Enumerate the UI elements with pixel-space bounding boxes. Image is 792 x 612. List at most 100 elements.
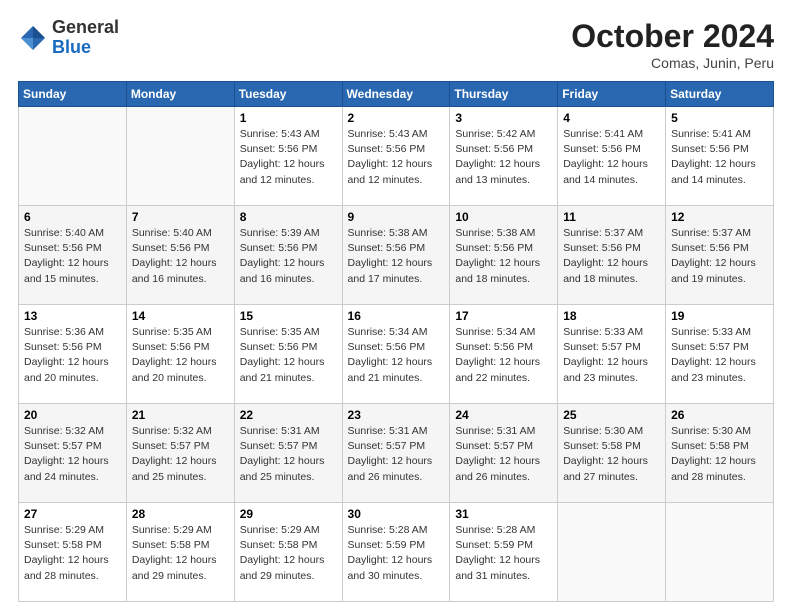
day-number: 15 <box>240 309 337 323</box>
day-info: Sunrise: 5:29 AM Sunset: 5:58 PM Dayligh… <box>132 523 229 584</box>
logo-general: General <box>52 18 119 38</box>
day-number: 28 <box>132 507 229 521</box>
logo-blue: Blue <box>52 38 119 58</box>
day-info: Sunrise: 5:31 AM Sunset: 5:57 PM Dayligh… <box>348 424 445 485</box>
day-number: 21 <box>132 408 229 422</box>
day-number: 22 <box>240 408 337 422</box>
day-number: 6 <box>24 210 121 224</box>
day-number: 11 <box>563 210 660 224</box>
col-header-sunday: Sunday <box>19 82 127 107</box>
day-info: Sunrise: 5:39 AM Sunset: 5:56 PM Dayligh… <box>240 226 337 287</box>
calendar-cell: 26 Sunrise: 5:30 AM Sunset: 5:58 PM Dayli… <box>666 404 774 503</box>
day-info: Sunrise: 5:29 AM Sunset: 5:58 PM Dayligh… <box>240 523 337 584</box>
calendar-cell: 9 Sunrise: 5:38 AM Sunset: 5:56 PM Daylig… <box>342 206 450 305</box>
day-number: 24 <box>455 408 552 422</box>
col-header-thursday: Thursday <box>450 82 558 107</box>
day-info: Sunrise: 5:42 AM Sunset: 5:56 PM Dayligh… <box>455 127 552 188</box>
day-number: 29 <box>240 507 337 521</box>
day-info: Sunrise: 5:37 AM Sunset: 5:56 PM Dayligh… <box>671 226 768 287</box>
calendar-cell: 15 Sunrise: 5:35 AM Sunset: 5:56 PM Dayli… <box>234 305 342 404</box>
location: Comas, Junin, Peru <box>571 55 774 71</box>
day-number: 1 <box>240 111 337 125</box>
title-block: October 2024 Comas, Junin, Peru <box>571 18 774 71</box>
day-number: 13 <box>24 309 121 323</box>
calendar-week-3: 13Sunrise: 5:36 AM Sunset: 5:56 PM Dayli… <box>19 305 774 404</box>
day-number: 3 <box>455 111 552 125</box>
calendar-cell: 27 Sunrise: 5:29 AM Sunset: 5:58 PM Dayli… <box>19 503 127 602</box>
calendar-cell: 13Sunrise: 5:36 AM Sunset: 5:56 PM Dayli… <box>19 305 127 404</box>
day-number: 2 <box>348 111 445 125</box>
calendar-cell: 2 Sunrise: 5:43 AM Sunset: 5:56 PM Daylig… <box>342 107 450 206</box>
calendar-cell: 8 Sunrise: 5:39 AM Sunset: 5:56 PM Daylig… <box>234 206 342 305</box>
calendar-cell: 6 Sunrise: 5:40 AM Sunset: 5:56 PM Daylig… <box>19 206 127 305</box>
day-number: 16 <box>348 309 445 323</box>
day-info: Sunrise: 5:34 AM Sunset: 5:56 PM Dayligh… <box>348 325 445 386</box>
day-number: 31 <box>455 507 552 521</box>
day-info: Sunrise: 5:32 AM Sunset: 5:57 PM Dayligh… <box>24 424 121 485</box>
calendar-cell: 20 Sunrise: 5:32 AM Sunset: 5:57 PM Dayli… <box>19 404 127 503</box>
day-info: Sunrise: 5:31 AM Sunset: 5:57 PM Dayligh… <box>240 424 337 485</box>
calendar-cell: 18 Sunrise: 5:33 AM Sunset: 5:57 PM Dayli… <box>558 305 666 404</box>
col-header-wednesday: Wednesday <box>342 82 450 107</box>
calendar-cell <box>126 107 234 206</box>
day-number: 25 <box>563 408 660 422</box>
calendar-cell: 3 Sunrise: 5:42 AM Sunset: 5:56 PM Daylig… <box>450 107 558 206</box>
day-info: Sunrise: 5:33 AM Sunset: 5:57 PM Dayligh… <box>563 325 660 386</box>
day-info: Sunrise: 5:38 AM Sunset: 5:56 PM Dayligh… <box>348 226 445 287</box>
day-number: 27 <box>24 507 121 521</box>
calendar-cell <box>666 503 774 602</box>
day-number: 18 <box>563 309 660 323</box>
col-header-friday: Friday <box>558 82 666 107</box>
logo-icon <box>18 23 48 53</box>
day-number: 8 <box>240 210 337 224</box>
logo-text: General Blue <box>52 18 119 58</box>
day-number: 9 <box>348 210 445 224</box>
calendar-cell: 24 Sunrise: 5:31 AM Sunset: 5:57 PM Dayli… <box>450 404 558 503</box>
day-info: Sunrise: 5:41 AM Sunset: 5:56 PM Dayligh… <box>671 127 768 188</box>
logo: General Blue <box>18 18 119 58</box>
day-number: 19 <box>671 309 768 323</box>
day-number: 20 <box>24 408 121 422</box>
main-container: General Blue October 2024 Comas, Junin, … <box>0 0 792 612</box>
day-info: Sunrise: 5:43 AM Sunset: 5:56 PM Dayligh… <box>240 127 337 188</box>
day-info: Sunrise: 5:32 AM Sunset: 5:57 PM Dayligh… <box>132 424 229 485</box>
day-number: 10 <box>455 210 552 224</box>
day-number: 30 <box>348 507 445 521</box>
calendar-table: SundayMondayTuesdayWednesdayThursdayFrid… <box>18 81 774 602</box>
calendar-week-2: 6 Sunrise: 5:40 AM Sunset: 5:56 PM Daylig… <box>19 206 774 305</box>
calendar-week-1: 1 Sunrise: 5:43 AM Sunset: 5:56 PM Daylig… <box>19 107 774 206</box>
day-info: Sunrise: 5:43 AM Sunset: 5:56 PM Dayligh… <box>348 127 445 188</box>
day-info: Sunrise: 5:29 AM Sunset: 5:58 PM Dayligh… <box>24 523 121 584</box>
day-info: Sunrise: 5:28 AM Sunset: 5:59 PM Dayligh… <box>455 523 552 584</box>
calendar-cell: 30Sunrise: 5:28 AM Sunset: 5:59 PM Dayli… <box>342 503 450 602</box>
calendar-header-row: SundayMondayTuesdayWednesdayThursdayFrid… <box>19 82 774 107</box>
col-header-monday: Monday <box>126 82 234 107</box>
day-number: 7 <box>132 210 229 224</box>
calendar-cell: 10 Sunrise: 5:38 AM Sunset: 5:56 PM Dayli… <box>450 206 558 305</box>
calendar-cell: 17Sunrise: 5:34 AM Sunset: 5:56 PM Dayli… <box>450 305 558 404</box>
calendar-cell: 22 Sunrise: 5:31 AM Sunset: 5:57 PM Dayli… <box>234 404 342 503</box>
day-number: 4 <box>563 111 660 125</box>
calendar-cell: 11Sunrise: 5:37 AM Sunset: 5:56 PM Dayli… <box>558 206 666 305</box>
col-header-saturday: Saturday <box>666 82 774 107</box>
calendar-week-5: 27 Sunrise: 5:29 AM Sunset: 5:58 PM Dayli… <box>19 503 774 602</box>
calendar-cell <box>19 107 127 206</box>
calendar-cell: 5 Sunrise: 5:41 AM Sunset: 5:56 PM Daylig… <box>666 107 774 206</box>
day-info: Sunrise: 5:40 AM Sunset: 5:56 PM Dayligh… <box>24 226 121 287</box>
calendar-week-4: 20 Sunrise: 5:32 AM Sunset: 5:57 PM Dayli… <box>19 404 774 503</box>
day-info: Sunrise: 5:38 AM Sunset: 5:56 PM Dayligh… <box>455 226 552 287</box>
calendar-cell: 16 Sunrise: 5:34 AM Sunset: 5:56 PM Dayli… <box>342 305 450 404</box>
calendar-cell: 19Sunrise: 5:33 AM Sunset: 5:57 PM Dayli… <box>666 305 774 404</box>
col-header-tuesday: Tuesday <box>234 82 342 107</box>
day-info: Sunrise: 5:35 AM Sunset: 5:56 PM Dayligh… <box>240 325 337 386</box>
calendar-cell: 29 Sunrise: 5:29 AM Sunset: 5:58 PM Dayli… <box>234 503 342 602</box>
day-info: Sunrise: 5:31 AM Sunset: 5:57 PM Dayligh… <box>455 424 552 485</box>
day-number: 23 <box>348 408 445 422</box>
calendar-cell: 23 Sunrise: 5:31 AM Sunset: 5:57 PM Dayli… <box>342 404 450 503</box>
day-number: 26 <box>671 408 768 422</box>
calendar-cell: 28 Sunrise: 5:29 AM Sunset: 5:58 PM Dayli… <box>126 503 234 602</box>
day-info: Sunrise: 5:30 AM Sunset: 5:58 PM Dayligh… <box>671 424 768 485</box>
day-info: Sunrise: 5:30 AM Sunset: 5:58 PM Dayligh… <box>563 424 660 485</box>
calendar-cell: 1 Sunrise: 5:43 AM Sunset: 5:56 PM Daylig… <box>234 107 342 206</box>
day-number: 5 <box>671 111 768 125</box>
